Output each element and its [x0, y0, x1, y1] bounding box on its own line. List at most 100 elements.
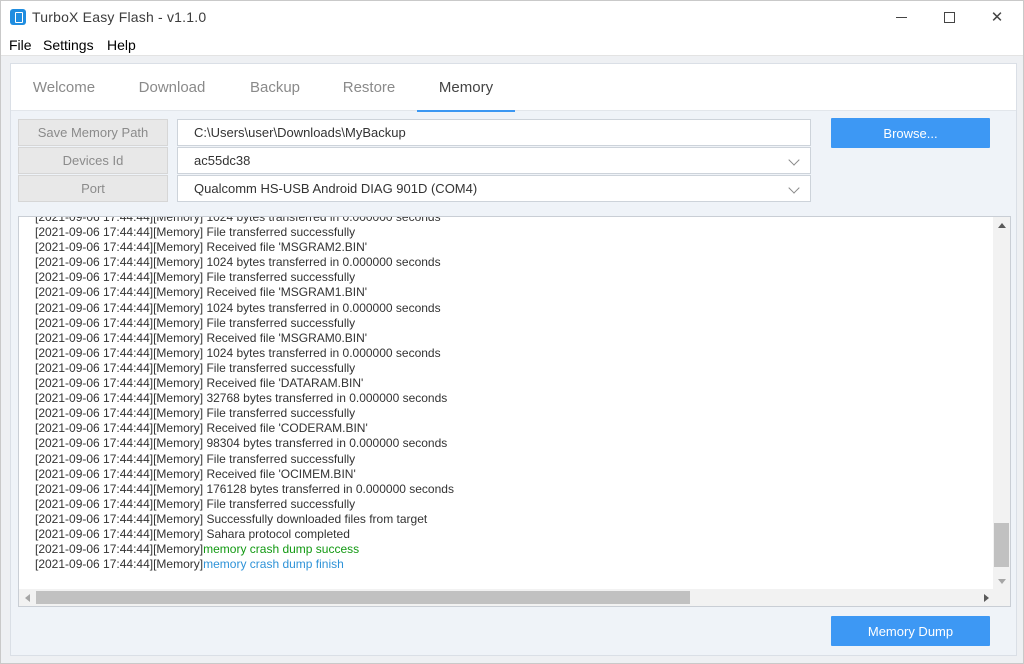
log-prefix: [2021-09-06 17:44:44][Memory] [35, 285, 204, 300]
log-prefix: [2021-09-06 17:44:44][Memory] [35, 481, 204, 496]
main-panel: Welcome Download Backup Restore Memory S… [10, 63, 1017, 656]
log-line: [2021-09-06 17:44:44][Memory] File trans… [35, 316, 985, 331]
vertical-scroll-thumb[interactable] [994, 523, 1009, 567]
menu-settings[interactable]: Settings [43, 37, 94, 53]
log-prefix: [2021-09-06 17:44:44][Memory] [35, 255, 204, 270]
log-line: [2021-09-06 17:44:44][Memory] 98304 byte… [35, 436, 985, 451]
log-line: [2021-09-06 17:44:44][Memory] Received f… [35, 467, 985, 482]
log-message: File transferred successfully [203, 451, 356, 466]
log-line: [2021-09-06 17:44:44][Memory]memory cras… [35, 557, 985, 572]
log-message: Received file 'MSGRAM1.BIN' [203, 285, 368, 300]
log-prefix: [2021-09-06 17:44:44][Memory] [35, 511, 204, 526]
device-id-select[interactable]: ac55dc38 [177, 147, 811, 174]
log-line: [2021-09-06 17:44:44][Memory] Received f… [35, 331, 985, 346]
log-message: 32768 bytes transferred in 0.000000 seco… [203, 391, 448, 406]
log-prefix: [2021-09-06 17:44:44][Memory] [35, 496, 204, 511]
menu-bar: File Settings Help [1, 33, 1023, 56]
log-prefix: [2021-09-06 17:44:44][Memory] [35, 345, 204, 360]
window-title: TurboX Easy Flash - v1.1.0 [32, 9, 207, 25]
port-select[interactable]: Qualcomm HS-USB Android DIAG 901D (COM4) [177, 175, 811, 202]
scroll-corner [993, 589, 1010, 606]
scroll-right-icon[interactable] [984, 594, 989, 602]
log-prefix: [2021-09-06 17:44:44][Memory] [35, 376, 204, 391]
log-message: Received file 'MSGRAM0.BIN' [203, 330, 368, 345]
log-message: File transferred successfully [203, 315, 356, 330]
log-message: File transferred successfully [203, 225, 356, 240]
app-icon [10, 9, 26, 25]
port-value: Qualcomm HS-USB Android DIAG 901D (COM4) [194, 181, 478, 196]
log-line: [2021-09-06 17:44:44][Memory] Sahara pro… [35, 527, 985, 542]
log-line: [2021-09-06 17:44:44][Memory] 1024 bytes… [35, 301, 985, 316]
log-line: [2021-09-06 17:44:44][Memory] Received f… [35, 240, 985, 255]
menu-help[interactable]: Help [107, 37, 136, 53]
horizontal-scrollbar[interactable] [19, 589, 995, 606]
log-prefix: [2021-09-06 17:44:44][Memory] [35, 240, 204, 255]
log-line: [2021-09-06 17:44:44][Memory] File trans… [35, 361, 985, 376]
horizontal-scroll-thumb[interactable] [36, 591, 690, 604]
log-line: [2021-09-06 17:44:44][Memory] File trans… [35, 452, 985, 467]
log-prefix: [2021-09-06 17:44:44][Memory] [35, 526, 204, 541]
log-prefix: [2021-09-06 17:44:44][Memory] [35, 360, 204, 375]
close-icon: ✕ [990, 9, 1004, 26]
log-line: [2021-09-06 17:44:44][Memory]memory cras… [35, 542, 985, 557]
save-path-input[interactable]: C:\Users\user\Downloads\MyBackup [177, 119, 811, 146]
log-prefix: [2021-09-06 17:44:44][Memory] [35, 216, 204, 224]
log-prefix: [2021-09-06 17:44:44][Memory] [35, 225, 204, 240]
log-prefix: [2021-09-06 17:44:44][Memory] [35, 542, 204, 557]
log-line: [2021-09-06 17:44:44][Memory] Successful… [35, 512, 985, 527]
log-line: [2021-09-06 17:44:44][Memory] Received f… [35, 421, 985, 436]
vertical-scrollbar[interactable] [993, 217, 1010, 590]
maximize-icon [943, 11, 955, 23]
log-message: memory crash dump success [203, 542, 360, 557]
chevron-down-icon [788, 182, 800, 194]
scroll-down-icon[interactable] [998, 579, 1006, 584]
log-prefix: [2021-09-06 17:44:44][Memory] [35, 406, 204, 421]
log-line: [2021-09-06 17:44:44][Memory] File trans… [35, 406, 985, 421]
log-prefix: [2021-09-06 17:44:44][Memory] [35, 421, 204, 436]
log-line: [2021-09-06 17:44:44][Memory] File trans… [35, 225, 985, 240]
scroll-up-icon[interactable] [998, 223, 1006, 228]
scroll-left-icon[interactable] [25, 594, 30, 602]
log-line: [2021-09-06 17:44:44][Memory] 176128 byt… [35, 482, 985, 497]
log-message: Received file 'OCIMEM.BIN' [203, 466, 356, 481]
log-message: Successfully downloaded files from targe… [203, 511, 428, 526]
log-line: [2021-09-06 17:44:44][Memory] File trans… [35, 497, 985, 512]
maximize-button[interactable] [925, 1, 973, 33]
log-prefix: [2021-09-06 17:44:44][Memory] [35, 466, 204, 481]
device-id-label: Devices Id [18, 147, 168, 174]
tab-welcome[interactable]: Welcome [11, 64, 117, 111]
log-message: Received file 'MSGRAM2.BIN' [203, 240, 368, 255]
log-output[interactable]: [2021-09-06 17:44:44][Memory] 1024 bytes… [18, 216, 1011, 607]
memory-dump-button[interactable]: Memory Dump [831, 616, 990, 646]
log-message: 98304 bytes transferred in 0.000000 seco… [203, 436, 448, 451]
save-path-label: Save Memory Path [18, 119, 168, 146]
log-line: [2021-09-06 17:44:44][Memory] 1024 bytes… [35, 216, 985, 225]
close-button[interactable]: ✕ [973, 1, 1021, 33]
device-id-value: ac55dc38 [194, 153, 251, 168]
log-line: [2021-09-06 17:44:44][Memory] 1024 bytes… [35, 346, 985, 361]
log-message: 1024 bytes transferred in 0.000000 secon… [203, 216, 441, 224]
log-message: File transferred successfully [203, 360, 356, 375]
log-prefix: [2021-09-06 17:44:44][Memory] [35, 330, 204, 345]
log-message: File transferred successfully [203, 406, 356, 421]
tab-memory[interactable]: Memory [417, 64, 515, 112]
minimize-button[interactable] [877, 1, 925, 33]
tab-restore[interactable]: Restore [321, 64, 417, 111]
log-lines: [2021-09-06 17:44:44][Memory] 1024 bytes… [35, 216, 985, 572]
save-path-value: C:\Users\user\Downloads\MyBackup [194, 125, 406, 140]
port-label: Port [18, 175, 168, 202]
log-prefix: [2021-09-06 17:44:44][Memory] [35, 391, 204, 406]
tab-download[interactable]: Download [119, 64, 225, 111]
title-bar: TurboX Easy Flash - v1.1.0 ✕ [1, 1, 1023, 33]
app-window: TurboX Easy Flash - v1.1.0 ✕ File Settin… [0, 0, 1024, 664]
menu-file[interactable]: File [9, 37, 32, 53]
log-message: File transferred successfully [203, 270, 356, 285]
browse-button[interactable]: Browse... [831, 118, 990, 148]
tab-bar: Welcome Download Backup Restore Memory [11, 64, 1016, 112]
log-message: 1024 bytes transferred in 0.000000 secon… [203, 345, 441, 360]
log-prefix: [2021-09-06 17:44:44][Memory] [35, 451, 204, 466]
log-line: [2021-09-06 17:44:44][Memory] File trans… [35, 270, 985, 285]
tab-backup[interactable]: Backup [225, 64, 325, 111]
log-message: 1024 bytes transferred in 0.000000 secon… [203, 300, 441, 315]
log-message: 1024 bytes transferred in 0.000000 secon… [203, 255, 441, 270]
